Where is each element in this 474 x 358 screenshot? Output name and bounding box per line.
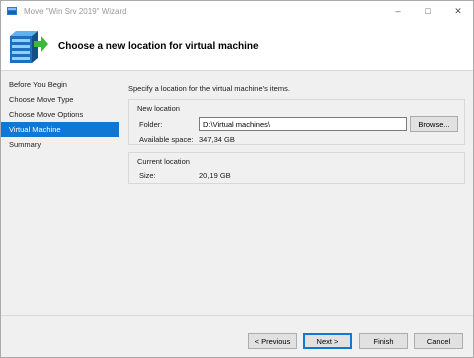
size-label: Size: (139, 171, 156, 180)
minimize-icon[interactable]: – (383, 1, 413, 21)
page-title: Choose a new location for virtual machin… (58, 41, 259, 52)
wizard-footer: < Previous Next > Finish Cancel (1, 315, 473, 357)
folder-input[interactable] (199, 117, 407, 131)
previous-button[interactable]: < Previous (248, 333, 297, 349)
nav-step-before-you-begin[interactable]: Before You Begin (1, 77, 119, 92)
title-bar[interactable]: Move "Win Srv 2019" Wizard – □ ✕ (1, 1, 473, 21)
cancel-button[interactable]: Cancel (414, 333, 463, 349)
next-button[interactable]: Next > (303, 333, 352, 349)
current-location-label: Current location (137, 157, 190, 166)
nav-step-summary[interactable]: Summary (1, 137, 119, 152)
size-value: 20,19 GB (199, 171, 231, 180)
window-controls: – □ ✕ (383, 1, 473, 21)
nav-step-choose-move-type[interactable]: Choose Move Type (1, 92, 119, 107)
available-space-value: 347,34 GB (199, 135, 235, 144)
folder-label: Folder: (139, 120, 163, 129)
hyper-v-app-icon (7, 7, 17, 15)
nav-step-choose-move-options[interactable]: Choose Move Options (1, 107, 119, 122)
new-location-label: New location (137, 104, 180, 113)
available-space-label: Available space: (139, 135, 194, 144)
browse-button[interactable]: Browse... (410, 116, 458, 132)
nav-step-virtual-machine[interactable]: Virtual Machine (1, 122, 119, 137)
wizard-steps-nav: Before You Begin Choose Move Type Choose… (1, 77, 119, 307)
virtual-machine-move-icon (10, 31, 48, 63)
window-title: Move "Win Srv 2019" Wizard (24, 6, 127, 16)
content-pane: Specify a location for the virtual machi… (125, 77, 465, 307)
wizard-header: Choose a new location for virtual machin… (1, 21, 473, 71)
maximize-icon[interactable]: □ (413, 1, 443, 21)
intro-text: Specify a location for the virtual machi… (128, 84, 290, 93)
new-location-group: New location Folder: Browse... Available… (128, 99, 465, 145)
wizard-window: Move "Win Srv 2019" Wizard – □ ✕ Choose … (0, 0, 474, 358)
close-icon[interactable]: ✕ (443, 1, 473, 21)
current-location-group: Current location Size: 20,19 GB (128, 152, 465, 184)
finish-button[interactable]: Finish (359, 333, 408, 349)
